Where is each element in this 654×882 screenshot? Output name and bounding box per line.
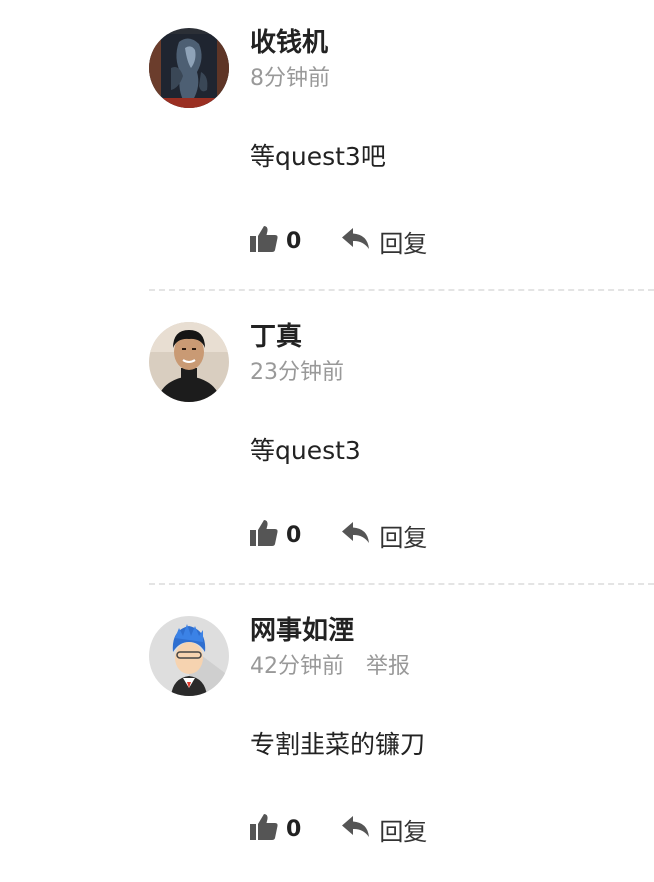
avatar[interactable]: [149, 28, 229, 108]
avatar[interactable]: [149, 616, 229, 696]
comment-actions: 0 回复: [249, 224, 427, 258]
comment-item: 网事如湮 42分钟前 举报 专割韭菜的镰刀 0 回复: [0, 588, 654, 882]
username[interactable]: 丁真: [250, 320, 302, 354]
like-count: 0: [286, 522, 302, 548]
reply-label: 回复: [379, 229, 428, 258]
thumbs-up-icon: [249, 812, 279, 846]
like-count: 0: [286, 816, 302, 842]
thumbs-up-icon: [249, 224, 279, 258]
like-count: 0: [286, 228, 302, 254]
reply-button[interactable]: 回复: [341, 224, 427, 259]
username[interactable]: 收钱机: [250, 26, 328, 60]
comment-actions: 0 回复: [249, 518, 427, 552]
reply-arrow-icon: [341, 226, 371, 256]
comment-item: 丁真 23分钟前 等quest3 0 回复: [0, 294, 654, 588]
like-button[interactable]: 0: [249, 812, 301, 846]
comment-text: 专割韭菜的镰刀: [250, 730, 426, 759]
comment-text: 等quest3吧: [250, 142, 386, 171]
like-button[interactable]: 0: [249, 224, 301, 258]
comment-meta: 23分钟前: [250, 358, 344, 388]
comment-meta: 42分钟前 举报: [250, 652, 410, 682]
reply-label: 回复: [379, 523, 428, 552]
comment-item: 收钱机 8分钟前 等quest3吧 0 回复: [0, 0, 654, 294]
timestamp: 8分钟前: [250, 66, 330, 91]
comment-meta: 8分钟前: [250, 64, 330, 94]
comment-text: 等quest3: [250, 436, 361, 465]
report-link[interactable]: 举报: [366, 654, 410, 679]
timestamp: 42分钟前: [250, 654, 344, 679]
reply-button[interactable]: 回复: [341, 518, 427, 553]
username[interactable]: 网事如湮: [250, 614, 354, 648]
avatar[interactable]: [149, 322, 229, 402]
reply-label: 回复: [379, 817, 428, 846]
comment-actions: 0 回复: [249, 812, 427, 846]
thumbs-up-icon: [249, 518, 279, 552]
divider: [149, 583, 654, 585]
like-button[interactable]: 0: [249, 518, 301, 552]
reply-arrow-icon: [341, 520, 371, 550]
timestamp: 23分钟前: [250, 360, 344, 385]
reply-button[interactable]: 回复: [341, 812, 427, 847]
reply-arrow-icon: [341, 814, 371, 844]
divider: [149, 289, 654, 291]
